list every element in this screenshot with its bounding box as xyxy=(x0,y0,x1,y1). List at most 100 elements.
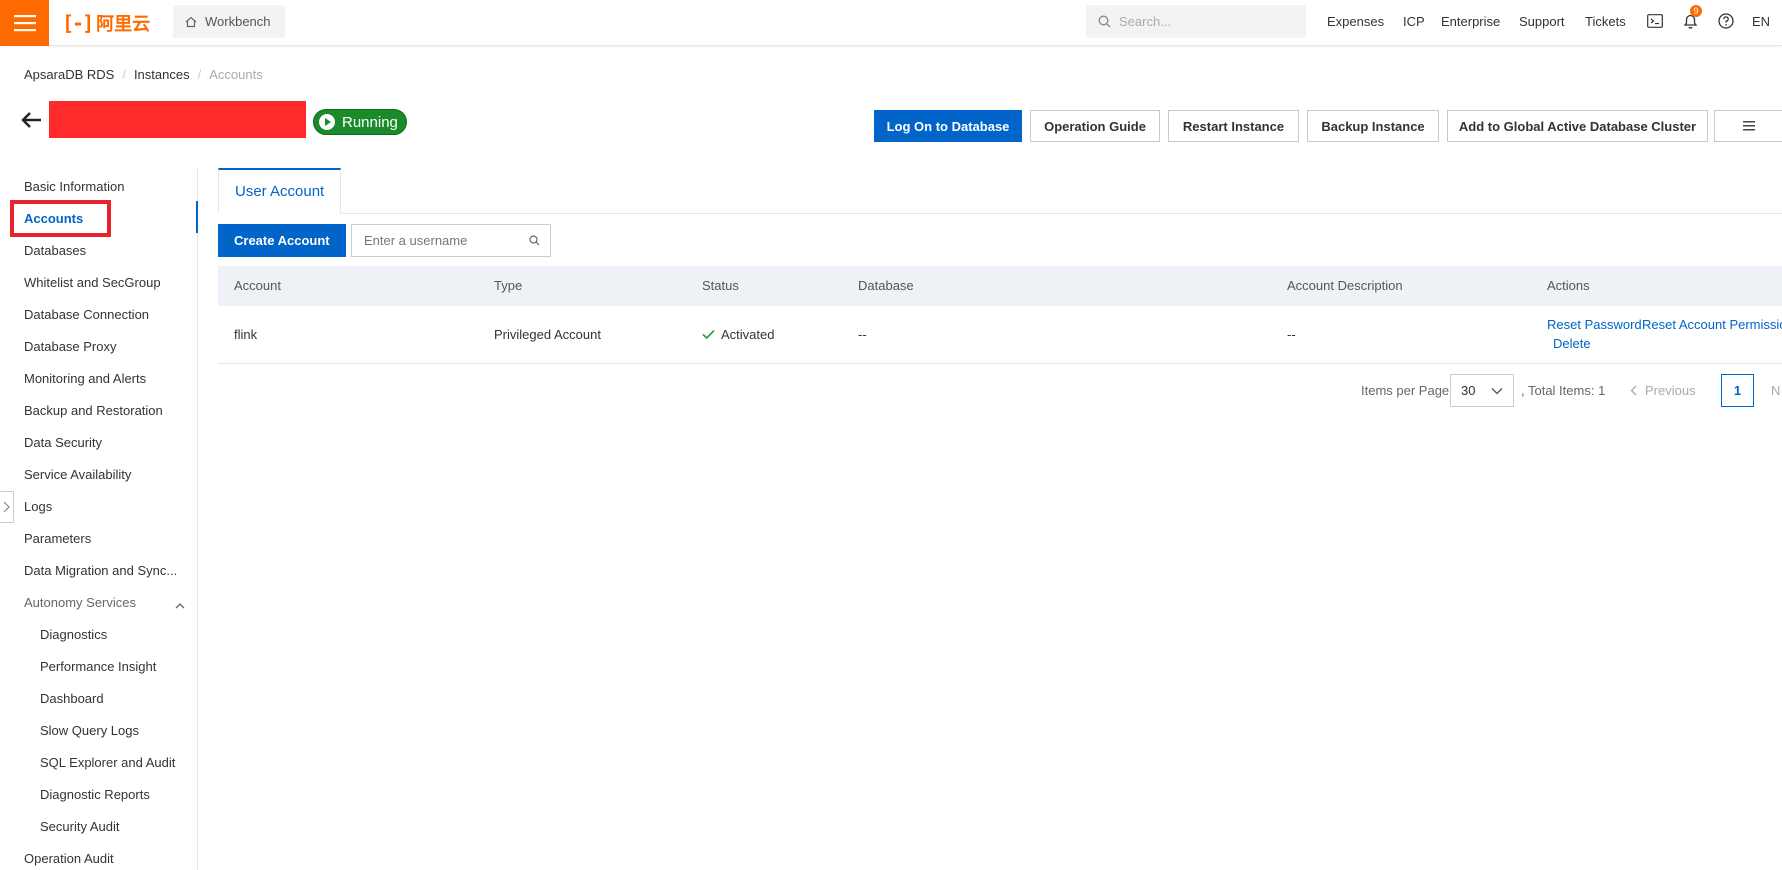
sidebar-item-data-security[interactable]: Data Security xyxy=(24,435,102,450)
language-label: EN xyxy=(1752,13,1771,29)
sidebar-item-monitoring[interactable]: Monitoring and Alerts xyxy=(24,371,146,386)
search-icon[interactable] xyxy=(529,235,540,246)
menu-icon[interactable] xyxy=(0,0,49,46)
column-header-account: Account xyxy=(234,278,281,293)
operation-guide-button[interactable]: Operation Guide xyxy=(1030,110,1160,142)
page-size-select[interactable]: 30 xyxy=(1450,374,1514,407)
sidebar-item-database-proxy[interactable]: Database Proxy xyxy=(24,339,117,354)
global-search[interactable] xyxy=(1086,5,1306,38)
sidebar-item-parameters[interactable]: Parameters xyxy=(24,531,91,546)
sidebar-item-whitelist[interactable]: Whitelist and SecGroup xyxy=(24,275,161,290)
page-number-1[interactable]: 1 xyxy=(1721,374,1754,407)
column-header-actions: Actions xyxy=(1547,278,1590,293)
breadcrumb-accounts: Accounts xyxy=(209,67,263,82)
backup-instance-button[interactable]: Backup Instance xyxy=(1307,110,1439,142)
column-header-database: Database xyxy=(858,278,914,293)
nav-expenses[interactable]: Expenses xyxy=(1327,0,1384,42)
column-header-type: Type xyxy=(494,278,523,293)
chevron-right-icon xyxy=(3,501,10,513)
workbench-button[interactable]: Workbench xyxy=(173,5,285,38)
breadcrumb: ApsaraDB RDS / Instances / Accounts xyxy=(24,67,263,82)
sidebar-collapse-handle[interactable] xyxy=(0,491,14,523)
sidebar-item-data-migration[interactable]: Data Migration and Sync... xyxy=(24,563,177,578)
instance-name-redacted xyxy=(49,101,306,138)
list-icon xyxy=(1742,121,1755,131)
terminal-icon[interactable] xyxy=(1645,11,1665,31)
play-icon xyxy=(319,114,335,130)
create-account-button[interactable]: Create Account xyxy=(218,224,346,257)
notification-badge: 9 xyxy=(1690,5,1702,17)
sidebar-item-operation-audit[interactable]: Operation Audit xyxy=(24,851,114,866)
status-badge: Running xyxy=(313,109,407,135)
sidebar-item-sql-explorer[interactable]: SQL Explorer and Audit xyxy=(40,755,175,770)
logo-text: 阿里云 xyxy=(96,14,151,34)
workbench-label: Workbench xyxy=(205,14,271,29)
column-header-status: Status xyxy=(702,278,739,293)
table-row: flink Privileged Account Activated -- --… xyxy=(218,306,1782,364)
delete-link[interactable]: Delete xyxy=(1553,336,1591,351)
back-arrow-icon[interactable] xyxy=(20,108,44,132)
active-indicator xyxy=(196,201,198,233)
status-text: Activated xyxy=(721,327,775,342)
sidebar-item-service-availability[interactable]: Service Availability xyxy=(24,467,131,482)
help-icon[interactable] xyxy=(1716,11,1736,31)
breadcrumb-separator: / xyxy=(197,67,202,82)
nav-support[interactable]: Support xyxy=(1519,0,1565,42)
logo-mark-icon: [-] xyxy=(62,11,94,35)
nav-tickets-label: Tickets xyxy=(1585,13,1626,29)
sidebar-item-slow-query-logs[interactable]: Slow Query Logs xyxy=(40,723,139,738)
next-page-button[interactable]: N xyxy=(1771,383,1780,398)
page-size-value: 30 xyxy=(1461,383,1476,398)
tab-user-account-label: User Account xyxy=(235,183,325,200)
sidebar-item-security-audit[interactable]: Security Audit xyxy=(40,819,120,834)
cell-type: Privileged Account xyxy=(494,327,601,342)
sidebar-item-database-connection[interactable]: Database Connection xyxy=(24,307,149,322)
sidebar-item-basic-information[interactable]: Basic Information xyxy=(24,179,124,194)
chevron-up-icon[interactable] xyxy=(175,598,185,613)
search-icon xyxy=(1098,15,1111,28)
cell-status: Activated xyxy=(702,327,774,342)
nav-enterprise[interactable]: Enterprise xyxy=(1441,0,1500,42)
chevron-left-icon xyxy=(1630,385,1637,396)
cell-account: flink xyxy=(234,327,258,342)
reset-account-permissions-link[interactable]: Reset Account Permissio xyxy=(1642,317,1782,332)
nav-icp-label: ICP xyxy=(1403,13,1425,29)
previous-page-button[interactable]: Previous xyxy=(1630,383,1696,398)
sidebar-group-autonomy-services[interactable]: Autonomy Services xyxy=(24,595,136,610)
breadcrumb-apsaradb[interactable]: ApsaraDB RDS xyxy=(24,67,114,82)
sidebar-item-dashboard[interactable]: Dashboard xyxy=(40,691,104,706)
breadcrumb-separator: / xyxy=(122,67,126,82)
cell-database: -- xyxy=(858,327,867,342)
breadcrumb-instances[interactable]: Instances xyxy=(134,67,190,82)
sidebar-item-accounts[interactable]: Accounts xyxy=(24,211,83,226)
more-actions-button[interactable] xyxy=(1714,110,1782,142)
sidebar-item-databases[interactable]: Databases xyxy=(24,243,86,258)
alibaba-cloud-logo[interactable]: [-] 阿里云 xyxy=(62,11,150,35)
items-per-page-label: Items per Page xyxy=(1361,383,1450,398)
nav-icp[interactable]: ICP xyxy=(1403,0,1425,42)
chevron-down-icon xyxy=(1491,387,1503,394)
restart-instance-button[interactable]: Restart Instance xyxy=(1168,110,1299,142)
log-on-to-database-button[interactable]: Log On to Database xyxy=(874,110,1022,142)
add-to-global-cluster-button[interactable]: Add to Global Active Database Cluster xyxy=(1447,110,1708,142)
nav-tickets[interactable]: Tickets xyxy=(1585,0,1626,42)
sidebar-item-diagnostics[interactable]: Diagnostics xyxy=(40,627,107,642)
language-switch[interactable]: EN xyxy=(1752,0,1770,42)
nav-support-label: Support xyxy=(1519,13,1565,29)
bell-icon[interactable]: 9 xyxy=(1680,5,1702,31)
sidebar-item-logs[interactable]: Logs xyxy=(24,499,52,514)
top-navigation-bar: [-] 阿里云 Workbench Expenses ICP Enterpris… xyxy=(0,0,1782,46)
nav-enterprise-label: Enterprise xyxy=(1441,13,1501,29)
username-search[interactable] xyxy=(351,224,551,257)
cell-description: -- xyxy=(1287,327,1296,342)
check-icon xyxy=(702,329,715,340)
total-items-label: , Total Items: 1 xyxy=(1521,383,1606,398)
column-header-description: Account Description xyxy=(1287,278,1403,293)
global-search-input[interactable] xyxy=(1119,14,1289,29)
username-search-input[interactable] xyxy=(364,233,524,248)
reset-password-link[interactable]: Reset Password xyxy=(1547,317,1642,332)
sidebar-item-diagnostic-reports[interactable]: Diagnostic Reports xyxy=(40,787,150,802)
sidebar-item-backup[interactable]: Backup and Restoration xyxy=(24,403,163,418)
sidebar-item-performance-insight[interactable]: Performance Insight xyxy=(40,659,156,674)
tab-user-account[interactable]: User Account xyxy=(218,168,342,214)
